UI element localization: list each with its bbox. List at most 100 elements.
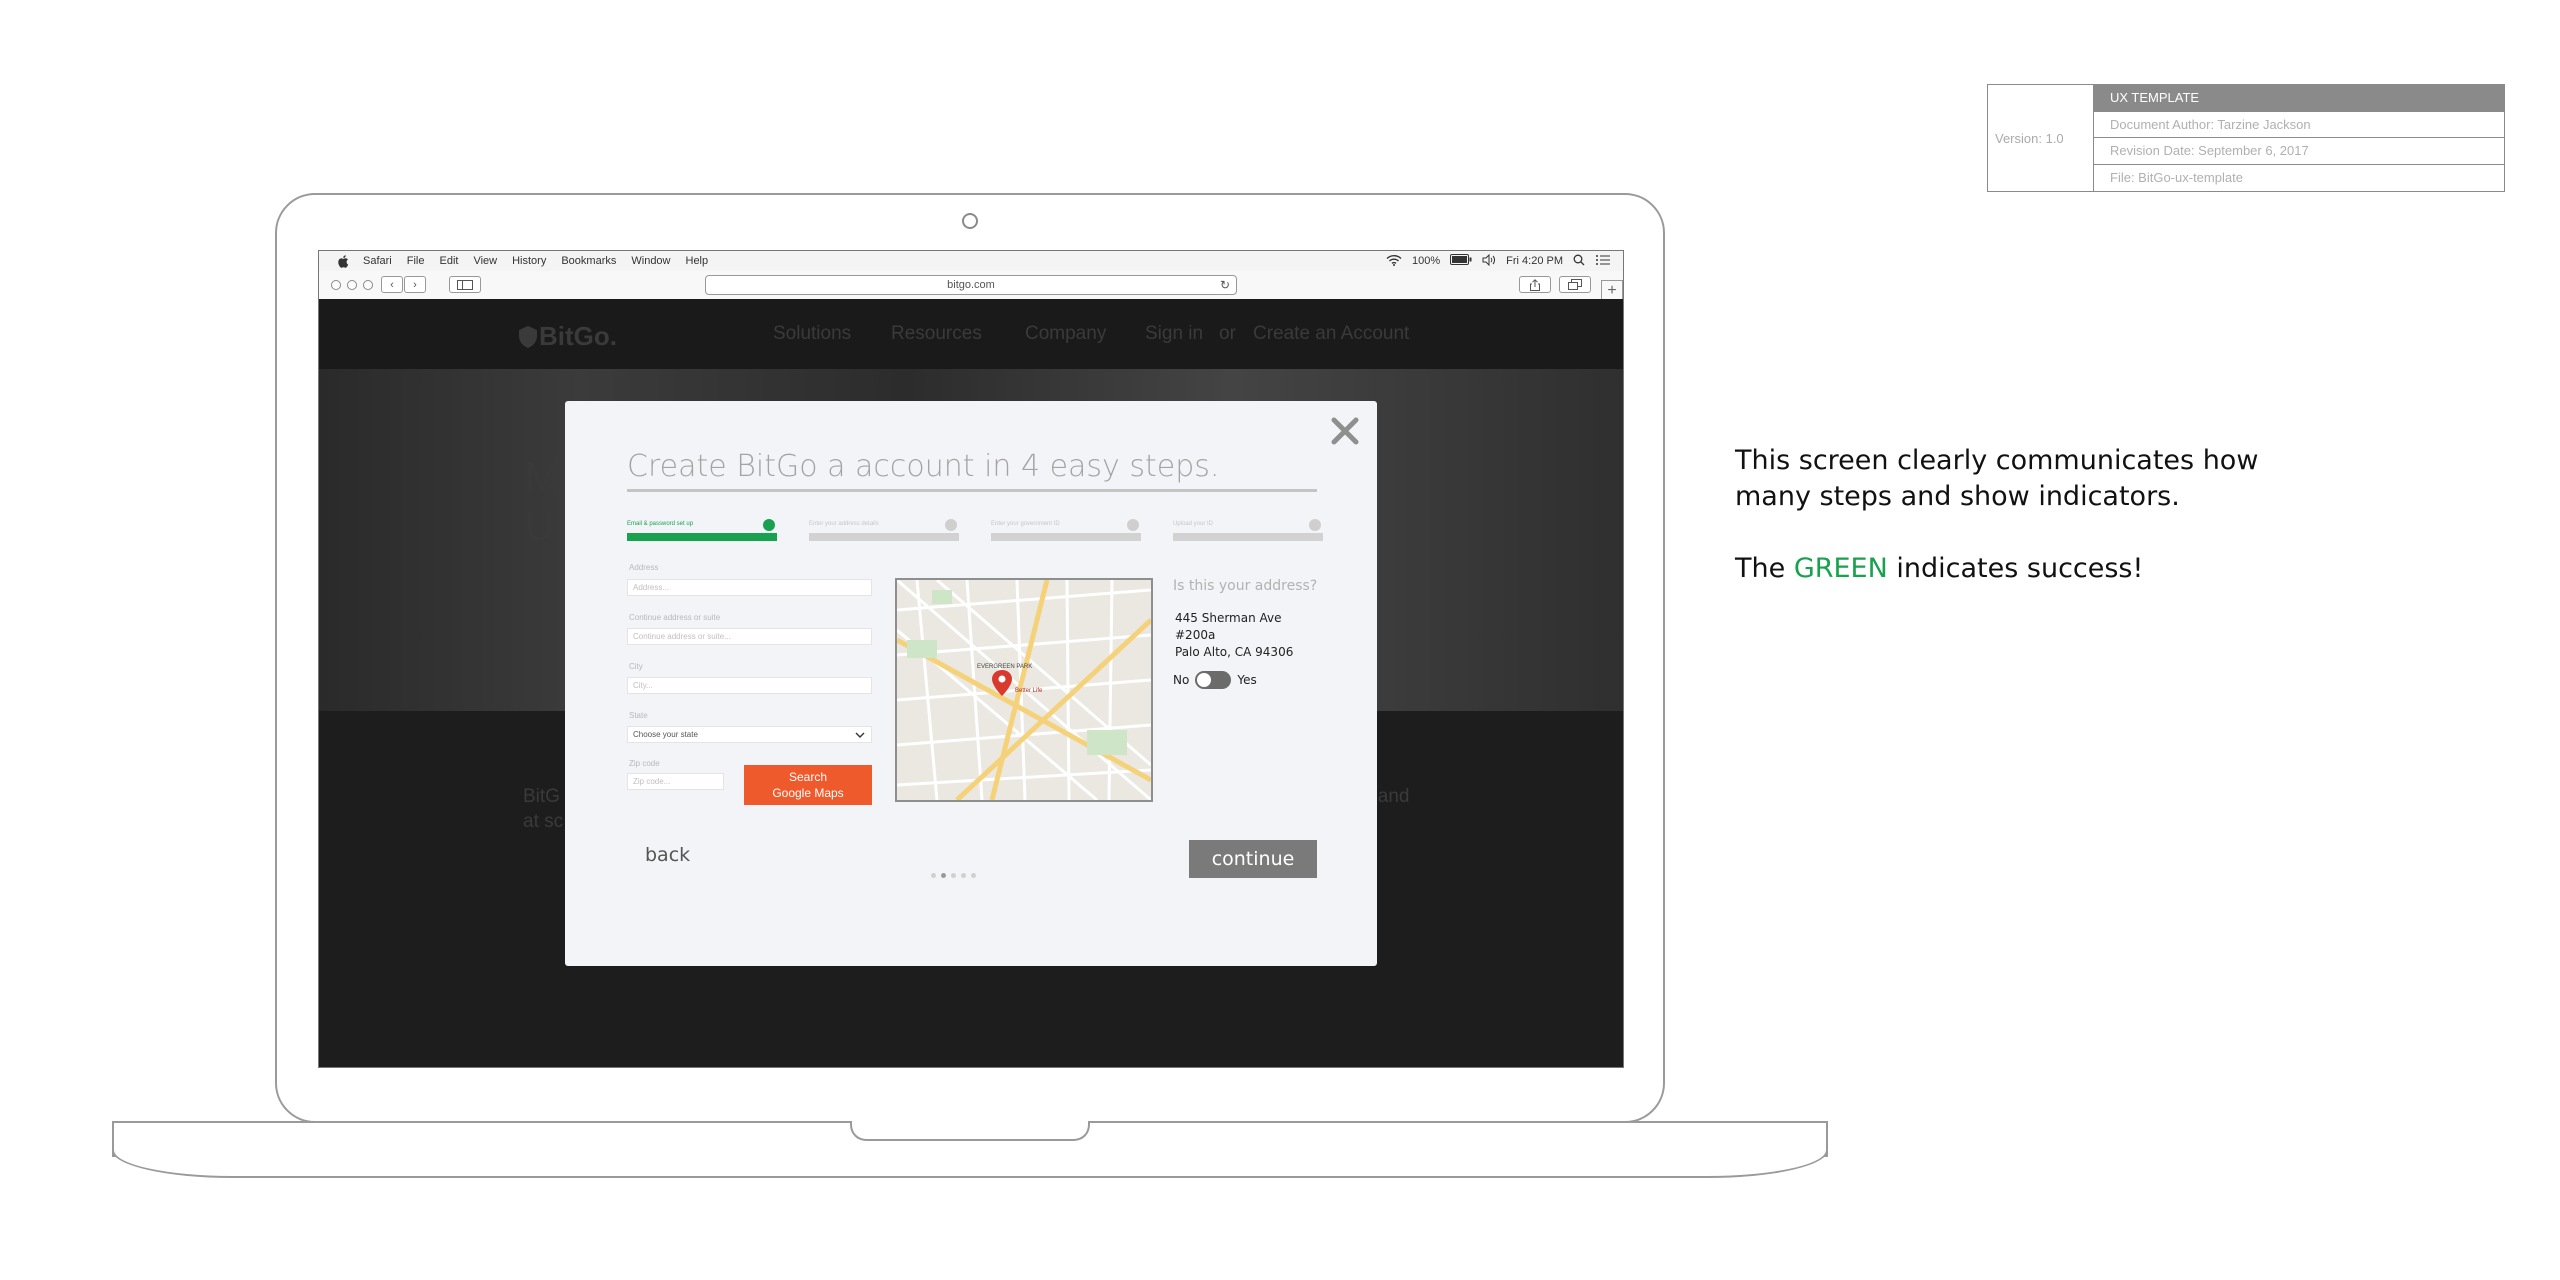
address-map[interactable]: Better Life EVERGREEN PARK xyxy=(895,578,1153,802)
pager-dot[interactable] xyxy=(931,873,936,878)
menu-safari[interactable]: Safari xyxy=(363,255,392,267)
step-1-indicator xyxy=(763,519,775,531)
signup-modal: Create BitGo a account in 4 easy steps. … xyxy=(565,401,1377,966)
menu-file[interactable]: File xyxy=(407,255,425,267)
camera-icon xyxy=(962,213,978,229)
tabs-overview-button[interactable] xyxy=(1559,276,1591,293)
template-title: UX TEMPLATE xyxy=(2094,85,2504,112)
close-window-icon[interactable] xyxy=(331,280,341,290)
pager-dot[interactable] xyxy=(971,873,976,878)
clock-text[interactable]: Fri 4:20 PM xyxy=(1506,255,1563,267)
menu-history[interactable]: History xyxy=(512,255,546,267)
battery-icon[interactable] xyxy=(1450,254,1472,268)
fullscreen-window-icon[interactable] xyxy=(363,280,373,290)
address2-label: Continue address or suite xyxy=(629,613,721,622)
body-partial-text-1: BitG xyxy=(523,786,560,807)
map-district-label: EVERGREEN PARK xyxy=(977,664,1032,670)
forward-nav-button[interactable]: › xyxy=(404,276,426,293)
address-line-3: Palo Alto, CA 94306 xyxy=(1175,645,1294,659)
apple-icon[interactable] xyxy=(333,254,353,268)
address-confirm-toggle-row: No Yes xyxy=(1173,671,1257,689)
laptop-notch xyxy=(850,1121,1090,1141)
sidebar-toggle-button[interactable] xyxy=(449,276,481,293)
menu-window[interactable]: Window xyxy=(631,255,670,267)
city-label: City xyxy=(629,662,643,671)
toggle-no-label: No xyxy=(1173,673,1190,687)
pager-dot[interactable] xyxy=(951,873,956,878)
step-4-indicator xyxy=(1309,519,1321,531)
hero-partial-text-2: U xyxy=(525,505,554,549)
close-modal-button[interactable] xyxy=(1327,413,1363,449)
search-google-maps-button[interactable]: Search Google Maps xyxy=(744,765,872,805)
notification-list-icon[interactable] xyxy=(1595,254,1611,269)
pager-dot-active[interactable] xyxy=(941,873,946,878)
continue-button[interactable]: continue xyxy=(1189,840,1317,878)
url-text: bitgo.com xyxy=(947,279,995,291)
tabs-icon xyxy=(1568,279,1582,290)
nav-sign-in[interactable]: Sign in xyxy=(1145,323,1203,345)
menu-view[interactable]: View xyxy=(473,255,497,267)
menu-edit[interactable]: Edit xyxy=(439,255,458,267)
sidebar-icon xyxy=(457,279,473,290)
note-line-3: The GREEN indicates success! xyxy=(1735,551,2258,587)
shield-icon xyxy=(519,326,537,348)
city-input[interactable]: City... xyxy=(627,677,872,694)
state-label: State xyxy=(629,711,648,720)
step-1-label: Email & password set up xyxy=(627,521,694,527)
minimize-window-icon[interactable] xyxy=(347,280,357,290)
step-4-label: Upload your ID xyxy=(1173,521,1214,527)
nav-company[interactable]: Company xyxy=(1025,323,1106,345)
share-button[interactable] xyxy=(1519,276,1551,293)
address-bar[interactable]: bitgo.com ↻ xyxy=(705,275,1237,295)
menu-bookmarks[interactable]: Bookmarks xyxy=(561,255,616,267)
search-button-line-1: Search xyxy=(788,770,828,784)
zip-label: Zip code xyxy=(629,759,660,768)
wifi-icon[interactable] xyxy=(1386,254,1402,269)
back-button[interactable]: back xyxy=(645,844,690,866)
step-2-indicator xyxy=(945,519,957,531)
address-input[interactable]: Address... xyxy=(627,579,872,596)
nav-create-account[interactable]: Create an Account xyxy=(1253,323,1409,345)
nav-or: or xyxy=(1219,323,1236,344)
pager-dot[interactable] xyxy=(961,873,966,878)
map-image: Better Life EVERGREEN PARK xyxy=(897,580,1151,800)
nav-solutions[interactable]: Solutions xyxy=(773,323,851,345)
green-highlight: GREEN xyxy=(1793,553,1888,584)
plus-icon: + xyxy=(1607,282,1617,299)
note-line-2: many steps and show indicators. xyxy=(1735,481,2180,512)
site-header: BitGo. Solutions Resources Company Sign … xyxy=(319,299,1623,369)
step-2-bar xyxy=(809,533,959,541)
annotation-note: This screen clearly communicates how man… xyxy=(1735,443,2258,587)
nav-resources[interactable]: Resources xyxy=(891,323,982,345)
address-question: Is this your address? xyxy=(1173,578,1318,594)
toggle-yes-label: Yes xyxy=(1237,673,1257,687)
title-divider xyxy=(627,489,1317,492)
state-select[interactable]: Choose your state xyxy=(627,726,872,743)
body-partial-text-2: at sc xyxy=(523,811,564,832)
address-line-1: 445 Sherman Ave xyxy=(1175,611,1282,625)
reload-icon[interactable]: ↻ xyxy=(1220,278,1230,292)
state-selected-value: Choose your state xyxy=(633,730,698,739)
step-1-bar xyxy=(627,533,777,541)
address2-input[interactable]: Continue address or suite... xyxy=(627,628,872,645)
note-suffix: indicates success! xyxy=(1887,553,2144,584)
volume-icon[interactable] xyxy=(1482,253,1496,269)
address-label: Address xyxy=(629,563,659,572)
hero-partial-text-1: M xyxy=(525,455,559,499)
step-2-label: Enter your address details xyxy=(809,521,879,527)
address-confirm-toggle[interactable] xyxy=(1195,671,1232,689)
back-nav-button[interactable]: ‹ xyxy=(381,276,403,293)
menu-bar-status: 100% Fri 4:20 PM xyxy=(1386,251,1611,271)
menu-help[interactable]: Help xyxy=(686,255,709,267)
zip-input[interactable]: Zip code... xyxy=(627,773,724,790)
template-info-box: Version: 1.0 UX TEMPLATE Document Author… xyxy=(1987,84,2505,192)
chevron-left-icon: ‹ xyxy=(390,278,394,291)
bitgo-logo: BitGo. xyxy=(517,321,617,352)
revision-date: Revision Date: September 6, 2017 xyxy=(2094,138,2504,165)
step-3-label: Enter your government ID xyxy=(991,521,1060,527)
battery-percentage: 100% xyxy=(1412,255,1441,267)
toggle-knob xyxy=(1197,673,1212,687)
spotlight-search-icon[interactable] xyxy=(1573,254,1585,269)
chevron-right-icon: › xyxy=(413,278,417,291)
chevron-down-icon xyxy=(855,732,865,738)
